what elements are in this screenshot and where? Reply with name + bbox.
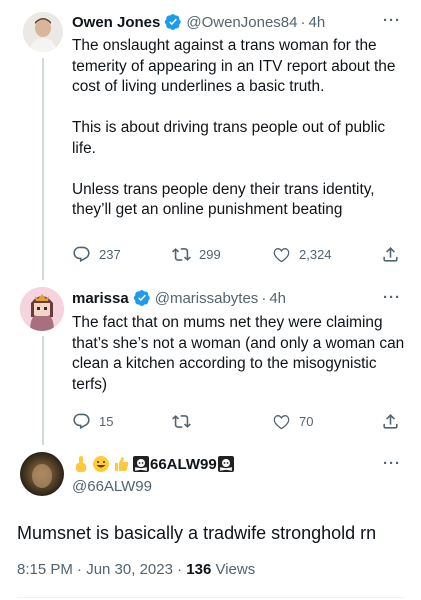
share-button[interactable] [381,412,400,431]
views-count: 136 [186,561,212,578]
reply-count: 237 [99,246,121,262]
reply-button[interactable]: 15 [72,412,113,431]
separator-dot: · [300,13,306,31]
avatar-66alw99[interactable] [20,452,64,496]
verified-badge-icon [133,289,151,307]
author-name[interactable]: Owen Jones [72,14,160,31]
tweet-header: marissa @marissabytes · 4h [72,289,286,307]
retweet-icon [172,247,191,261]
share-icon [383,413,398,429]
author-handle[interactable]: @marissabytes [155,290,259,307]
author-name[interactable]: 66ALW99 [150,456,217,473]
avatar-marissa[interactable] [20,287,64,331]
like-button[interactable]: 70 [272,412,313,431]
tweet-paragraph: The onslaught against a trans woman for … [72,37,396,95]
grinning-face-emoji-icon [93,456,109,472]
retweet-button[interactable] [172,412,199,431]
separator-dot: · [261,289,267,307]
share-button[interactable] [381,245,400,264]
thread-line [42,336,44,445]
tweet-time[interactable]: 4h [269,290,286,307]
tweet-header: 66ALW99 [72,455,235,473]
tweet-body: The fact that on mums net they were clai… [72,313,407,395]
reply-icon [73,413,90,429]
tweet-timestamp-row: 8:15 PM · Jun 30, 2023 · 136 Views [17,561,255,578]
display-name-emoji-row [217,455,235,473]
tweet-owen-jones[interactable]: Owen Jones @OwenJones84 · 4h ··· The ons… [0,0,421,280]
skull-crossbones-emoji-icon [133,456,149,472]
tweet-paragraph: The fact that on mums net they were clai… [72,314,405,393]
avatar-owen-jones[interactable] [23,12,63,52]
tweet-paragraph: This is about driving trans people out o… [72,119,386,157]
skull-crossbones-emoji-icon [217,456,234,472]
like-icon [273,414,290,429]
like-icon [273,247,290,262]
author-name[interactable]: marissa [72,290,129,307]
more-icon[interactable]: ··· [383,455,401,472]
main-tweet-text: Mumsnet is basically a tradwife strongho… [17,523,377,543]
like-count: 70 [299,413,314,429]
tweet-actions: 15 70 [72,410,407,432]
thumbs-up-emoji-icon [115,457,129,471]
like-button[interactable]: 2,324 [272,245,332,264]
more-icon[interactable]: ··· [383,12,401,29]
reply-count: 15 [99,413,114,429]
reply-icon [73,246,90,262]
tweet-actions: 237 299 2,324 [72,243,407,265]
tweet-paragraph: Unless trans people deny their trans ide… [72,180,375,219]
retweet-icon [172,414,191,428]
more-icon[interactable]: ··· [383,289,401,306]
tweet-header: Owen Jones @OwenJones84 · 4h [72,13,325,31]
like-count: 2,324 [299,246,332,262]
finger-emoji-icon [76,456,86,472]
tweet-body: The onslaught against a trans woman for … [72,36,407,221]
retweet-count: 299 [199,246,221,262]
author-handle[interactable]: @OwenJones84 [186,14,297,31]
divider [17,597,404,598]
retweet-button[interactable]: 299 [172,245,221,264]
verified-badge-icon [164,13,182,31]
tweet-handle-row: @66ALW99 [72,478,152,495]
reply-button[interactable]: 237 [72,245,121,264]
display-name-emoji-row [72,455,150,473]
author-handle[interactable]: @66ALW99 [72,478,152,495]
thread-line [42,58,44,280]
views-label: Views [211,561,256,578]
tweet-timestamp[interactable]: 8:15 PM · Jun 30, 2023 · [17,561,186,578]
tweet-time[interactable]: 4h [308,14,325,31]
share-icon [383,246,398,262]
tweet-marissa[interactable]: marissa @marissabytes · 4h ··· The fact … [0,280,421,445]
